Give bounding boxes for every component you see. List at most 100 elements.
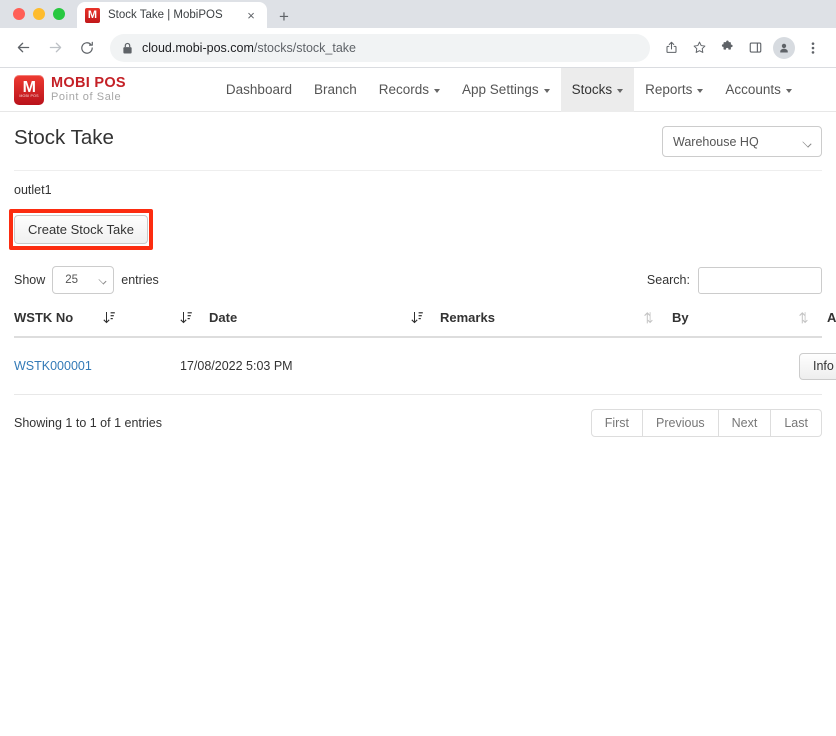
cell-wstk-no: WSTK000001 — [14, 337, 180, 395]
url-domain: cloud.mobi-pos.com — [142, 40, 254, 55]
outlet-select[interactable]: Warehouse HQ — [662, 126, 822, 157]
table-row: WSTK000001 17/08/2022 5:03 PM Info — [14, 337, 836, 395]
chevron-down-icon — [434, 88, 441, 93]
nav-item-accounts[interactable]: Accounts — [714, 68, 803, 112]
outlet-select-wrapper: Warehouse HQ — [662, 126, 822, 157]
chevron-down-icon — [617, 88, 624, 93]
window-controls — [0, 8, 77, 28]
pagination-next-button[interactable]: Next — [718, 408, 772, 437]
cell-by — [644, 337, 799, 395]
nav-label: Accounts — [725, 82, 781, 97]
cell-action: Info — [799, 337, 836, 395]
stock-take-link[interactable]: WSTK000001 — [14, 359, 92, 373]
close-tab-icon[interactable]: × — [243, 9, 259, 22]
forward-icon — [42, 35, 68, 61]
pagination: First Previous Next Last — [590, 408, 822, 437]
nav-item-reports[interactable]: Reports — [634, 68, 714, 112]
nav-label: Dashboard — [225, 82, 292, 97]
page-title: Stock Take — [14, 126, 114, 149]
main-navigation: Dashboard Branch Records App Settings St… — [215, 67, 803, 112]
header-divider — [14, 170, 822, 171]
column-header-by[interactable]: By — [644, 310, 799, 338]
mobipos-logo-icon: M MOBI POS — [14, 74, 44, 105]
column-label: WSTK No — [14, 310, 74, 325]
column-label: Date — [209, 310, 238, 325]
chevron-down-icon — [543, 88, 550, 93]
side-panel-icon[interactable] — [742, 35, 768, 61]
maximize-window-button[interactable] — [53, 8, 65, 20]
column-label: By — [672, 310, 689, 325]
favicon-letter: M — [87, 8, 98, 21]
search-label: Search: — [646, 273, 690, 287]
column-header-action[interactable]: Action — [799, 310, 836, 338]
column-header-wstk-no[interactable]: WSTK No — [14, 310, 180, 338]
search-input[interactable] — [698, 266, 822, 294]
sort-descending-icon — [180, 311, 192, 324]
brand-logo[interactable]: M MOBI POS MOBI POS Point of Sale — [14, 74, 126, 105]
page-length-control: Show 25 entries — [14, 266, 159, 294]
page-content: Stock Take Warehouse HQ outlet1 Create S… — [0, 112, 836, 437]
stock-take-table: WSTK No Date Remarks By A WSTK000001 17/… — [14, 310, 836, 395]
sort-none-icon — [644, 311, 655, 324]
column-label: Remarks — [440, 310, 495, 325]
chevron-down-icon — [697, 88, 704, 93]
column-header-remarks[interactable]: Remarks — [411, 310, 644, 338]
nav-label: Branch — [313, 82, 357, 97]
nav-label: Records — [378, 82, 430, 97]
minimize-window-button[interactable] — [33, 8, 45, 20]
extensions-puzzle-icon[interactable] — [714, 35, 740, 61]
back-icon[interactable] — [10, 35, 36, 61]
bookmark-star-icon[interactable] — [686, 35, 712, 61]
sort-descending-icon — [411, 311, 423, 324]
browser-menu-icon[interactable] — [800, 35, 826, 61]
entries-label: entries — [121, 273, 159, 287]
app-navbar: M MOBI POS MOBI POS Point of Sale Dashbo… — [0, 67, 836, 112]
lock-icon — [122, 42, 133, 54]
favicon-icon: M — [85, 7, 100, 23]
showing-entries-info: Showing 1 to 1 of 1 entries — [14, 415, 163, 430]
share-icon[interactable] — [658, 35, 684, 61]
table-controls: Show 25 entries Search: — [14, 266, 822, 294]
column-header-date[interactable]: Date — [180, 310, 411, 338]
table-header-row: WSTK No Date Remarks By A — [14, 310, 836, 338]
pagination-first-button[interactable]: First — [590, 408, 644, 437]
search-control: Search: — [646, 266, 822, 294]
page-length-select[interactable]: 25 — [52, 266, 115, 294]
sort-descending-icon — [103, 311, 116, 324]
nav-item-branch[interactable]: Branch — [303, 68, 368, 112]
browser-tab-strip: M Stock Take | MobiPOS × + — [0, 0, 836, 28]
browser-tab[interactable]: M Stock Take | MobiPOS × — [77, 2, 267, 28]
nav-item-app-settings[interactable]: App Settings — [451, 68, 561, 112]
address-bar[interactable]: cloud.mobi-pos.com/stocks/stock_take — [110, 33, 650, 62]
table-footer: Showing 1 to 1 of 1 entries First Previo… — [14, 408, 822, 437]
browser-window: M Stock Take | MobiPOS × + cloud.mobi-po… — [0, 0, 836, 736]
profile-avatar[interactable] — [773, 36, 795, 59]
nav-label: Reports — [645, 82, 693, 97]
cell-remarks — [411, 337, 644, 395]
nav-label: App Settings — [462, 82, 539, 97]
column-label: Action — [827, 310, 836, 325]
new-tab-icon[interactable]: + — [279, 8, 289, 25]
show-label: Show — [14, 273, 46, 287]
info-button[interactable]: Info — [799, 353, 836, 380]
nav-item-records[interactable]: Records — [368, 68, 451, 112]
pagination-previous-button[interactable]: Previous — [643, 408, 719, 437]
logo-sub-text: MOBI POS — [19, 93, 39, 98]
table-head: WSTK No Date Remarks By A — [14, 310, 836, 338]
reload-icon[interactable] — [74, 35, 100, 61]
table-body: WSTK000001 17/08/2022 5:03 PM Info — [14, 337, 836, 395]
brand-text: MOBI POS Point of Sale — [51, 76, 126, 104]
create-stock-take-wrapper: Create Stock Take — [9, 209, 153, 250]
nav-item-stocks[interactable]: Stocks — [560, 67, 635, 112]
browser-toolbar: cloud.mobi-pos.com/stocks/stock_take — [0, 28, 836, 68]
page-length-select-wrapper: 25 — [52, 266, 115, 294]
tab-title: Stock Take | MobiPOS — [108, 9, 223, 21]
cell-date: 17/08/2022 5:03 PM — [180, 337, 411, 395]
url-text: cloud.mobi-pos.com/stocks/stock_take — [142, 41, 356, 55]
toolbar-icons — [658, 35, 826, 61]
create-stock-take-button[interactable]: Create Stock Take — [14, 215, 148, 244]
close-window-button[interactable] — [13, 8, 25, 20]
url-path: /stocks/stock_take — [253, 40, 356, 55]
pagination-last-button[interactable]: Last — [771, 408, 822, 437]
nav-item-dashboard[interactable]: Dashboard — [215, 68, 303, 112]
